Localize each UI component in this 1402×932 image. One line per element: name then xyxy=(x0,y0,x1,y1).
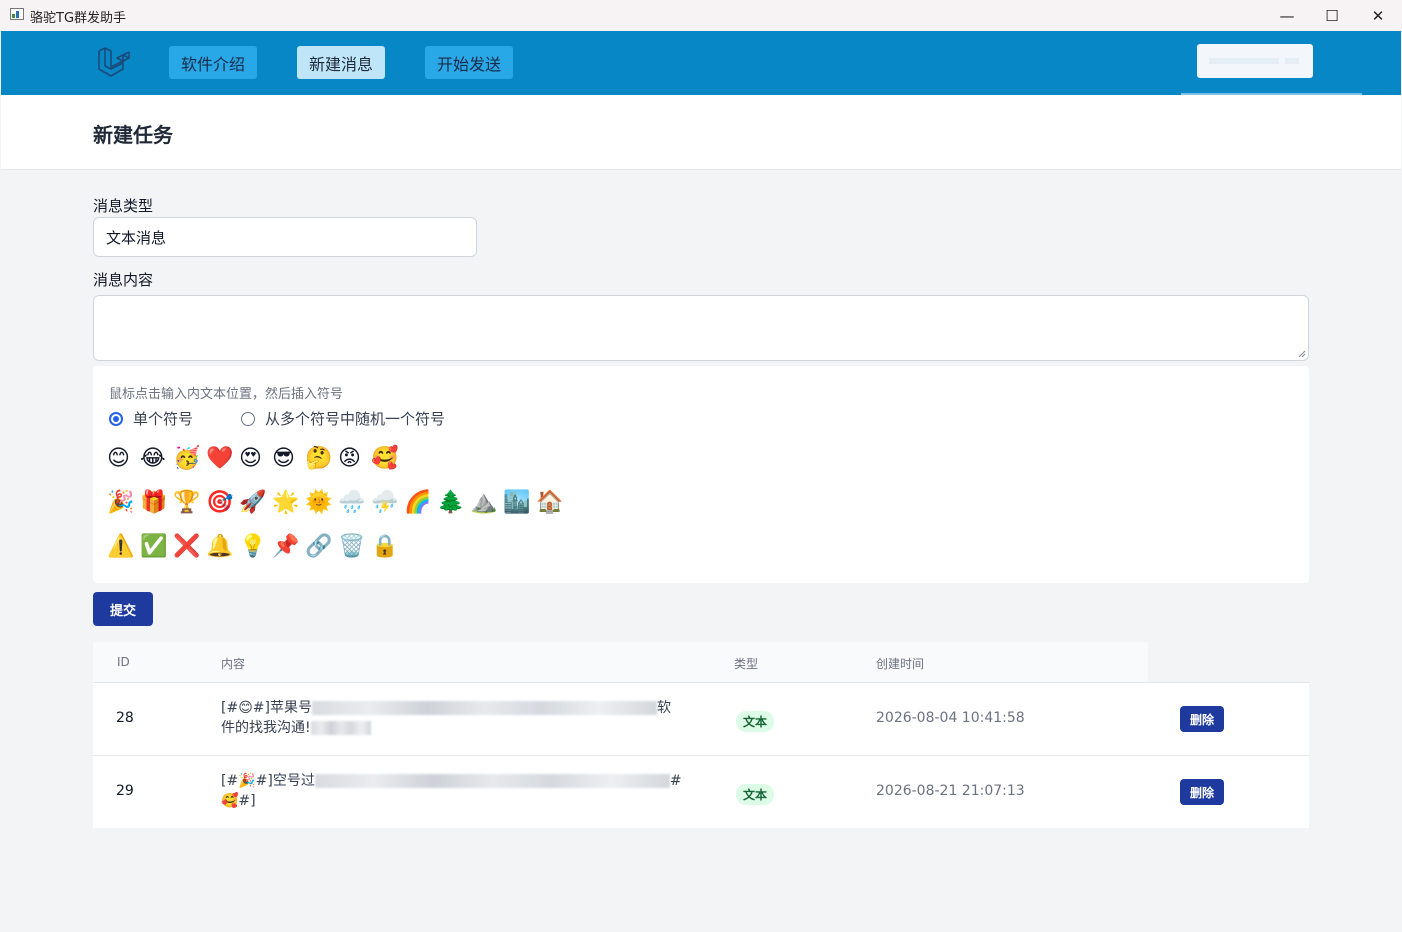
emoji-button[interactable]: 🏠 xyxy=(536,488,569,518)
radio-random-symbol[interactable] xyxy=(241,411,256,426)
type-badge: 文本 xyxy=(736,784,775,805)
nav-start-send-label: 开始发送 xyxy=(437,54,502,74)
emoji-button[interactable]: 🎯 xyxy=(206,488,239,518)
maximize-icon: ☐ xyxy=(1325,6,1339,25)
type-badge: 文本 xyxy=(736,711,775,732)
emoji-button[interactable]: 😊 xyxy=(107,444,140,474)
row-content: [#🎉#]空号过 # 🥰#] xyxy=(221,771,691,811)
close-button[interactable]: ✕ xyxy=(1355,0,1401,31)
page-title: 新建任务 xyxy=(93,123,173,147)
emoji-button[interactable]: 🌧️ xyxy=(338,488,371,518)
table-header: ID 内容 类型 创建时间 xyxy=(93,642,1148,682)
emoji-button[interactable]: 🌲 xyxy=(437,488,470,518)
message-type-value: 文本消息 xyxy=(106,229,167,247)
row-created: 2026-08-04 10:41:58 xyxy=(876,710,1025,726)
emoji-button[interactable]: ❤️ xyxy=(206,444,239,474)
emoji-button[interactable]: 📌 xyxy=(272,532,305,562)
laravel-logo-icon[interactable] xyxy=(97,45,131,79)
minimize-button[interactable]: — xyxy=(1264,0,1310,31)
row-id: 29 xyxy=(116,783,134,799)
row-content: [#😊#]苹果号 软 件的找我沟通! xyxy=(221,698,691,738)
message-type-select[interactable]: 文本消息 xyxy=(93,217,477,257)
emoji-button[interactable]: 🌞 xyxy=(305,488,338,518)
emoji-row-faces: 😊 😂 🥳 ❤️ 😍 😎 🤔 😡 🥰 xyxy=(107,444,404,474)
row-content-mid: 软 xyxy=(656,700,671,716)
delete-button[interactable]: 删除 xyxy=(1180,706,1224,732)
emoji-button[interactable]: 🌟 xyxy=(272,488,305,518)
col-type: 类型 xyxy=(734,657,759,671)
resize-handle-icon[interactable] xyxy=(1298,350,1306,358)
blurred-username-suffix xyxy=(1285,58,1299,64)
row-content-start: [#😊#]苹果号 xyxy=(221,700,312,716)
page-header: 新建任务 xyxy=(1,95,1401,170)
emoji-row-symbols: ⚠️ ✅ ❌ 🔔 💡 📌 🔗 🗑️ 🔒 xyxy=(107,532,404,562)
task-table: ID 内容 类型 创建时间 28 [#😊#]苹果号 软 件的找我沟通! 文本 20… xyxy=(93,642,1309,828)
emoji-button[interactable]: 🥰 xyxy=(371,444,404,474)
redacted-text xyxy=(310,721,371,735)
redacted-text xyxy=(311,701,657,715)
emoji-button[interactable]: 🥳 xyxy=(173,444,206,474)
row-content-end: 🥰#] xyxy=(221,793,256,809)
blurred-username xyxy=(1209,58,1279,64)
nav-intro[interactable]: 软件介绍 xyxy=(169,46,258,79)
nav-start-send[interactable]: 开始发送 xyxy=(425,46,514,79)
emoji-button[interactable]: 🚀 xyxy=(239,488,272,518)
row-content-mid: # xyxy=(669,773,682,789)
nav-new-message[interactable]: 新建消息 xyxy=(297,46,386,79)
radio-single-symbol[interactable] xyxy=(109,411,123,426)
emoji-row-objects: 🎉 🎁 🏆 🎯 🚀 🌟 🌞 🌧️ ⛈️ 🌈 🌲 ⛰️ 🏙️ 🏠 xyxy=(107,488,569,518)
emoji-button[interactable]: ⚠️ xyxy=(107,532,140,562)
nav-intro-label: 软件介绍 xyxy=(181,54,246,74)
user-account-menu[interactable] xyxy=(1197,44,1313,78)
emoji-button[interactable]: ⛰️ xyxy=(470,488,503,518)
message-type-label: 消息类型 xyxy=(93,197,154,215)
close-icon: ✕ xyxy=(1371,6,1385,25)
symbol-mode-group: 单个符号 从多个符号中随机一个符号 xyxy=(109,408,445,429)
emoji-button[interactable]: 🎉 xyxy=(107,488,140,518)
submit-button[interactable]: 提交 xyxy=(93,592,153,626)
maximize-button[interactable]: ☐ xyxy=(1309,0,1355,31)
table-row: 29 [#🎉#]空号过 # 🥰#] 文本 2026-08-21 21:07:13 … xyxy=(93,755,1309,828)
col-content: 内容 xyxy=(221,657,246,671)
row-created: 2026-08-21 21:07:13 xyxy=(876,783,1025,799)
table-row: 28 [#😊#]苹果号 软 件的找我沟通! 文本 2026-08-04 10:41… xyxy=(93,682,1309,755)
top-navbar: 软件介绍 新建消息 开始发送 xyxy=(1,31,1401,99)
symbol-panel: 鼠标点击输入内文本位置，然后插入符号 单个符号 从多个符号中随机一个符号 😊 😂 🥳… xyxy=(93,366,1309,583)
emoji-button[interactable]: 😡 xyxy=(338,444,371,474)
emoji-button[interactable]: 🌈 xyxy=(404,488,437,518)
row-id: 28 xyxy=(116,710,134,726)
emoji-button[interactable]: 🤔 xyxy=(305,444,338,474)
radio-random-symbol-label: 从多个符号中随机一个符号 xyxy=(265,410,446,428)
emoji-button[interactable]: ❌ xyxy=(173,532,206,562)
emoji-button[interactable]: 🔔 xyxy=(206,532,239,562)
emoji-button[interactable]: 😂 xyxy=(140,444,173,474)
redacted-text xyxy=(314,774,670,788)
row-content-start: [#🎉#]空号过 xyxy=(221,773,315,789)
emoji-button[interactable]: ✅ xyxy=(140,532,173,562)
emoji-button[interactable]: 😎 xyxy=(272,444,305,474)
emoji-button[interactable]: 🔒 xyxy=(371,532,404,562)
delete-button[interactable]: 删除 xyxy=(1180,779,1224,805)
emoji-button[interactable]: 💡 xyxy=(239,532,272,562)
message-content-textarea[interactable] xyxy=(93,295,1309,361)
message-content-label: 消息内容 xyxy=(93,271,154,289)
emoji-button[interactable]: 🔗 xyxy=(305,532,338,562)
minimize-icon: — xyxy=(1279,6,1295,25)
col-created: 创建时间 xyxy=(876,657,925,671)
window-titlebar: 骆驼TG群发助手 — ☐ ✕ xyxy=(0,0,1402,32)
emoji-button[interactable]: 🏙️ xyxy=(503,488,536,518)
emoji-button[interactable]: 🏆 xyxy=(173,488,206,518)
symbol-hint: 鼠标点击输入内文本位置，然后插入符号 xyxy=(109,387,344,402)
col-id: ID xyxy=(117,655,130,669)
emoji-button[interactable]: 🗑️ xyxy=(338,532,371,562)
emoji-button[interactable]: 😍 xyxy=(239,444,272,474)
app-icon xyxy=(10,8,24,20)
emoji-button[interactable]: ⛈️ xyxy=(371,488,404,518)
nav-new-message-label: 新建消息 xyxy=(309,54,374,74)
row-content-end: 件的找我沟通! xyxy=(221,720,311,736)
radio-single-symbol-label: 单个符号 xyxy=(133,410,194,428)
window-title: 骆驼TG群发助手 xyxy=(30,11,127,26)
emoji-button[interactable]: 🎁 xyxy=(140,488,173,518)
